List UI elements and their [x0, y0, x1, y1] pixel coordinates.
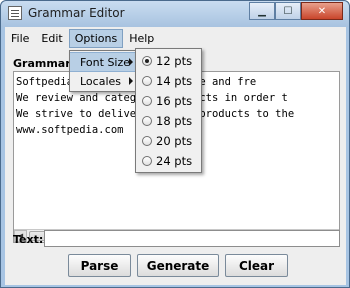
font-size-label: 20 pts — [156, 134, 193, 148]
radio-icon — [142, 96, 152, 106]
radio-checked-icon — [142, 56, 152, 66]
menu-item-label: Font Size — [80, 56, 131, 69]
font-size-label: 12 pts — [156, 54, 193, 68]
menu-item-label: Locales — [80, 75, 122, 88]
title-bar[interactable]: Grammar Editor ▁ ☐ ✕ — [1, 1, 349, 27]
font-size-item-20[interactable]: 20 pts — [136, 131, 201, 151]
font-size-item-18[interactable]: 18 pts — [136, 111, 201, 131]
font-size-label: 24 pts — [156, 154, 193, 168]
font-size-item-24[interactable]: 24 pts — [136, 151, 201, 171]
menu-item-font-size[interactable]: Font Size — [70, 52, 136, 72]
app-window: Grammar Editor ▁ ☐ ✕ File Edit Options H… — [0, 0, 350, 288]
submenu-arrow-icon — [129, 58, 133, 66]
radio-icon — [142, 76, 152, 86]
parse-button[interactable]: Parse — [68, 254, 131, 277]
minimize-icon: ▁ — [258, 5, 266, 17]
submenu-arrow-icon — [129, 77, 133, 85]
font-size-label: 18 pts — [156, 114, 193, 128]
menu-file[interactable]: File — [5, 29, 35, 48]
menu-edit[interactable]: Edit — [35, 29, 68, 48]
text-input[interactable] — [44, 230, 340, 247]
maximize-icon: ☐ — [283, 5, 293, 17]
font-size-item-12[interactable]: 12 pts — [136, 51, 201, 71]
menu-help[interactable]: Help — [123, 29, 160, 48]
clear-button[interactable]: Clear — [225, 254, 288, 277]
radio-icon — [142, 116, 152, 126]
menu-item-locales[interactable]: Locales — [70, 72, 136, 92]
grammar-label: Grammar: — [13, 57, 76, 70]
minimize-button[interactable]: ▁ — [249, 2, 275, 20]
text-label: Text: — [13, 233, 44, 246]
maximize-button[interactable]: ☐ — [275, 2, 301, 20]
font-size-label: 16 pts — [156, 94, 193, 108]
radio-icon — [142, 136, 152, 146]
font-size-item-16[interactable]: 16 pts — [136, 91, 201, 111]
menu-bar: File Edit Options Help — [5, 29, 346, 50]
window-title: Grammar Editor — [28, 6, 125, 20]
radio-icon — [142, 156, 152, 166]
options-menu-popup: Font Size Locales — [69, 50, 137, 92]
close-icon: ✕ — [317, 5, 327, 17]
app-icon — [8, 6, 22, 20]
font-size-item-14[interactable]: 14 pts — [136, 71, 201, 91]
font-size-label: 14 pts — [156, 74, 193, 88]
action-buttons: Parse Generate Clear — [68, 254, 288, 277]
menu-options[interactable]: Options — [68, 29, 124, 48]
window-controls: ▁ ☐ ✕ — [249, 2, 343, 20]
generate-button[interactable]: Generate — [137, 254, 219, 277]
font-size-submenu: 12 pts 14 pts 16 pts 18 pts 20 pts 24 pt… — [135, 48, 202, 173]
close-button[interactable]: ✕ — [301, 2, 343, 20]
